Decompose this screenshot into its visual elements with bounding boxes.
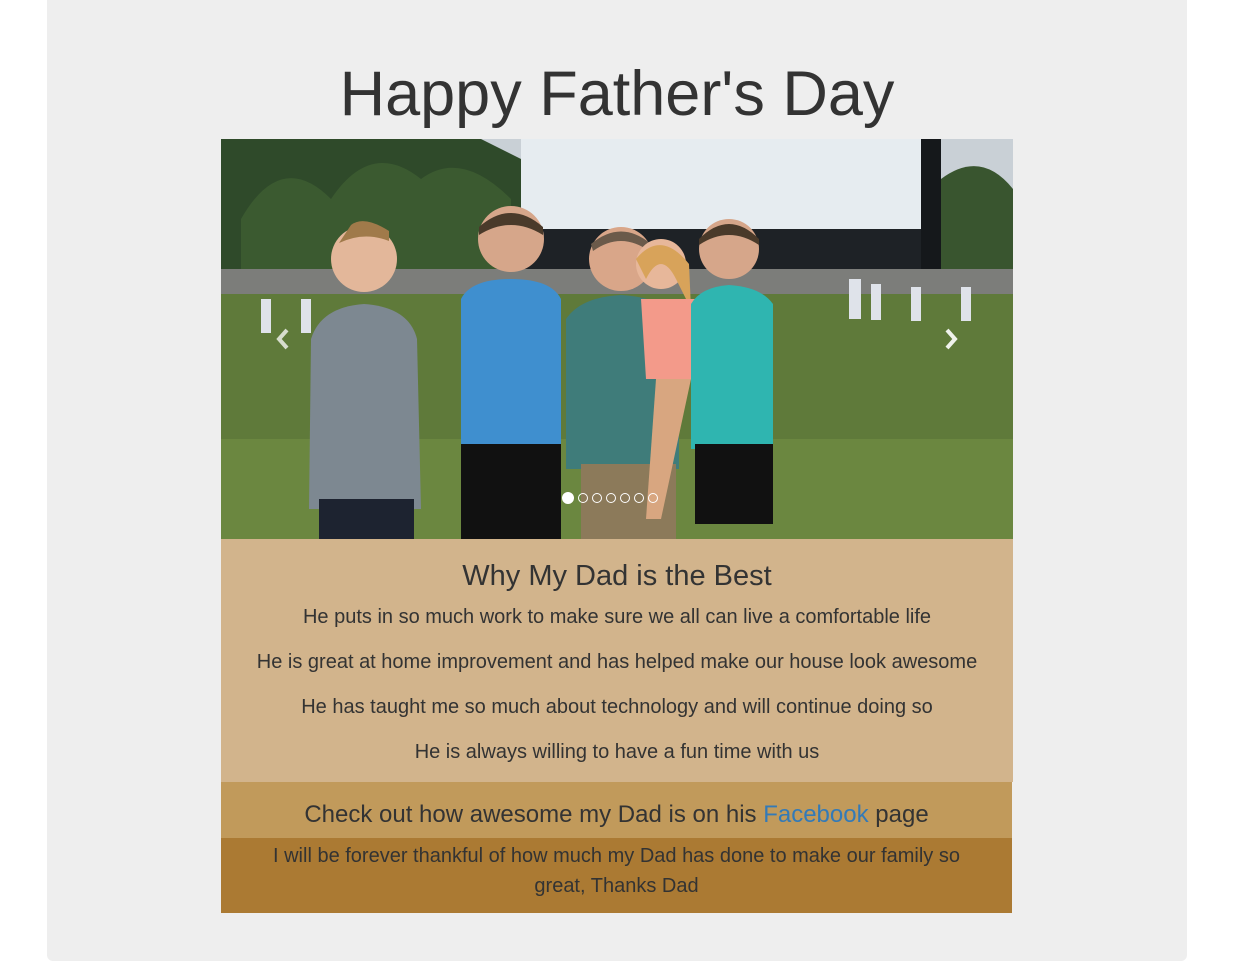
reason-item: He is great at home improvement and has … — [256, 651, 978, 673]
facebook-section: Check out how awesome my Dad is on his F… — [221, 782, 1012, 838]
reasons-section: Why My Dad is the Best He puts in so muc… — [221, 539, 1013, 782]
carousel-next-button[interactable] — [935, 324, 965, 354]
carousel-indicator[interactable] — [648, 493, 658, 503]
thanks-section: I will be forever thankful of how much m… — [221, 838, 1012, 913]
carousel-indicator[interactable] — [592, 493, 602, 503]
photo-carousel[interactable] — [221, 139, 1013, 539]
reason-item: He has taught me so much about technolog… — [301, 696, 933, 718]
carousel-indicator[interactable] — [620, 493, 630, 503]
facebook-text: Check out how awesome my Dad is on his F… — [221, 801, 1012, 829]
thanks-text: I will be forever thankful of how much m… — [273, 845, 960, 897]
carousel-indicator[interactable] — [578, 493, 588, 503]
carousel-prev-button[interactable] — [269, 324, 299, 354]
carousel-indicator[interactable] — [562, 492, 574, 504]
reason-item: He is always willing to have a fun time … — [414, 741, 820, 763]
reasons-heading: Why My Dad is the Best — [462, 560, 772, 592]
facebook-text-before: Check out how awesome my Dad is on his — [304, 801, 764, 828]
jumbotron: Happy Father's Day Why My Dad is the Bes… — [47, 0, 1187, 961]
carousel-indicator[interactable] — [634, 493, 644, 503]
page-title: Happy Father's Day — [339, 59, 895, 129]
carousel-indicator[interactable] — [606, 493, 616, 503]
carousel-indicators — [562, 491, 658, 505]
family-photo — [221, 139, 1013, 539]
facebook-text-after: page — [868, 801, 929, 828]
reason-item: He puts in so much work to make sure we … — [302, 606, 932, 628]
facebook-link[interactable]: Facebook — [763, 801, 868, 828]
chevron-right-icon — [945, 328, 958, 350]
screen-post — [921, 139, 941, 289]
chevron-left-icon — [276, 328, 289, 350]
